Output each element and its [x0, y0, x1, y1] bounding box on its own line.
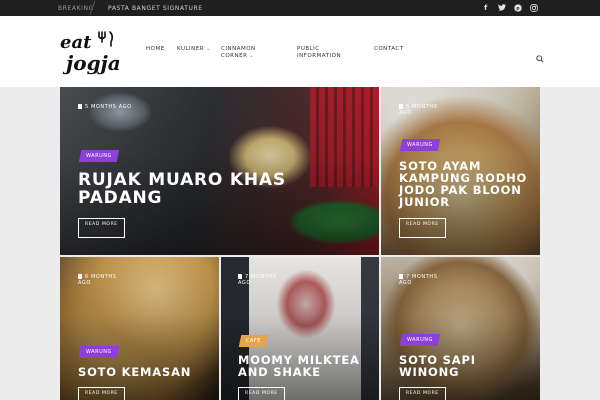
social-links: f p	[482, 3, 538, 12]
site-header: eat jogja Home Kuliner ⌄ Cinnamon Corner ⌄…	[0, 16, 600, 87]
read-more-button[interactable]: Read more	[399, 218, 446, 238]
breaking-ticker-link[interactable]: Pasta Banget Signature	[108, 5, 203, 12]
post-time: 5 months ago	[399, 104, 438, 116]
pinterest-icon[interactable]: p	[514, 3, 522, 12]
bookmark-icon	[78, 104, 82, 109]
bookmark-icon	[399, 104, 403, 109]
svg-text:jogja: jogja	[62, 51, 121, 75]
post-title[interactable]: Moomy Milktea and Shake	[238, 354, 372, 378]
facebook-icon[interactable]: f	[482, 3, 490, 12]
nav-item-public-information[interactable]: Public Information	[297, 46, 347, 60]
nav-item-contact[interactable]: Contact	[374, 46, 404, 53]
breaking-label: Breaking	[58, 5, 94, 12]
category-badge[interactable]: Warung	[78, 346, 120, 358]
category-badge[interactable]: Warung	[78, 150, 120, 162]
post-time: 7 months ago	[399, 274, 438, 286]
site-logo[interactable]: eat jogja	[58, 26, 128, 78]
post-title[interactable]: Soto Kemasan	[78, 366, 212, 378]
category-badge[interactable]: Cafe	[238, 335, 269, 347]
post-card[interactable]: 7 months ago Warung Soto Sapi Winong Rea…	[381, 257, 540, 400]
post-card[interactable]: 7 months ago Cafe Moomy Milktea and Shak…	[221, 257, 379, 400]
bookmark-icon	[399, 274, 403, 279]
post-time: 6 months ago	[78, 274, 117, 286]
nav-item-kuliner[interactable]: Kuliner ⌄	[177, 46, 211, 53]
post-time: 7 months ago	[238, 274, 277, 286]
instagram-icon[interactable]	[530, 3, 538, 12]
svg-text:eat: eat	[60, 32, 92, 53]
nav-item-cinnamon-corner[interactable]: Cinnamon Corner ⌄	[221, 46, 269, 60]
bookmark-icon	[78, 274, 82, 279]
search-icon[interactable]	[536, 48, 544, 63]
bookmark-icon	[238, 274, 242, 279]
read-more-button[interactable]: Read more	[399, 387, 446, 400]
chevron-down-icon: ⌄	[249, 53, 255, 59]
read-more-button[interactable]: Read more	[78, 218, 125, 238]
post-title[interactable]: Rujak Muaro Khas Padang	[78, 171, 338, 207]
read-more-button[interactable]: Read more	[238, 387, 285, 400]
post-card[interactable]: 5 months ago Warung Soto Ayam Kampung Ro…	[381, 87, 540, 255]
category-badge[interactable]: Warung	[399, 139, 441, 151]
read-more-button[interactable]: Read more	[78, 387, 125, 400]
post-title[interactable]: Soto Sapi Winong	[399, 354, 533, 378]
top-bar: Breaking Pasta Banget Signature f p	[0, 0, 600, 16]
featured-post-card[interactable]: 5 months ago Warung Rujak Muaro Khas Pad…	[60, 87, 379, 255]
svg-text:p: p	[516, 6, 520, 11]
post-title[interactable]: Soto Ayam Kampung Rodho Jodo Pak Bloon J…	[399, 160, 533, 208]
nav-item-home[interactable]: Home	[146, 46, 165, 53]
post-time: 5 months ago	[78, 104, 132, 110]
chevron-down-icon: ⌄	[206, 46, 211, 52]
twitter-icon[interactable]	[498, 3, 506, 12]
post-card[interactable]: 6 months ago Warung Soto Kemasan Read mo…	[60, 257, 219, 400]
category-badge[interactable]: Warung	[399, 334, 441, 346]
